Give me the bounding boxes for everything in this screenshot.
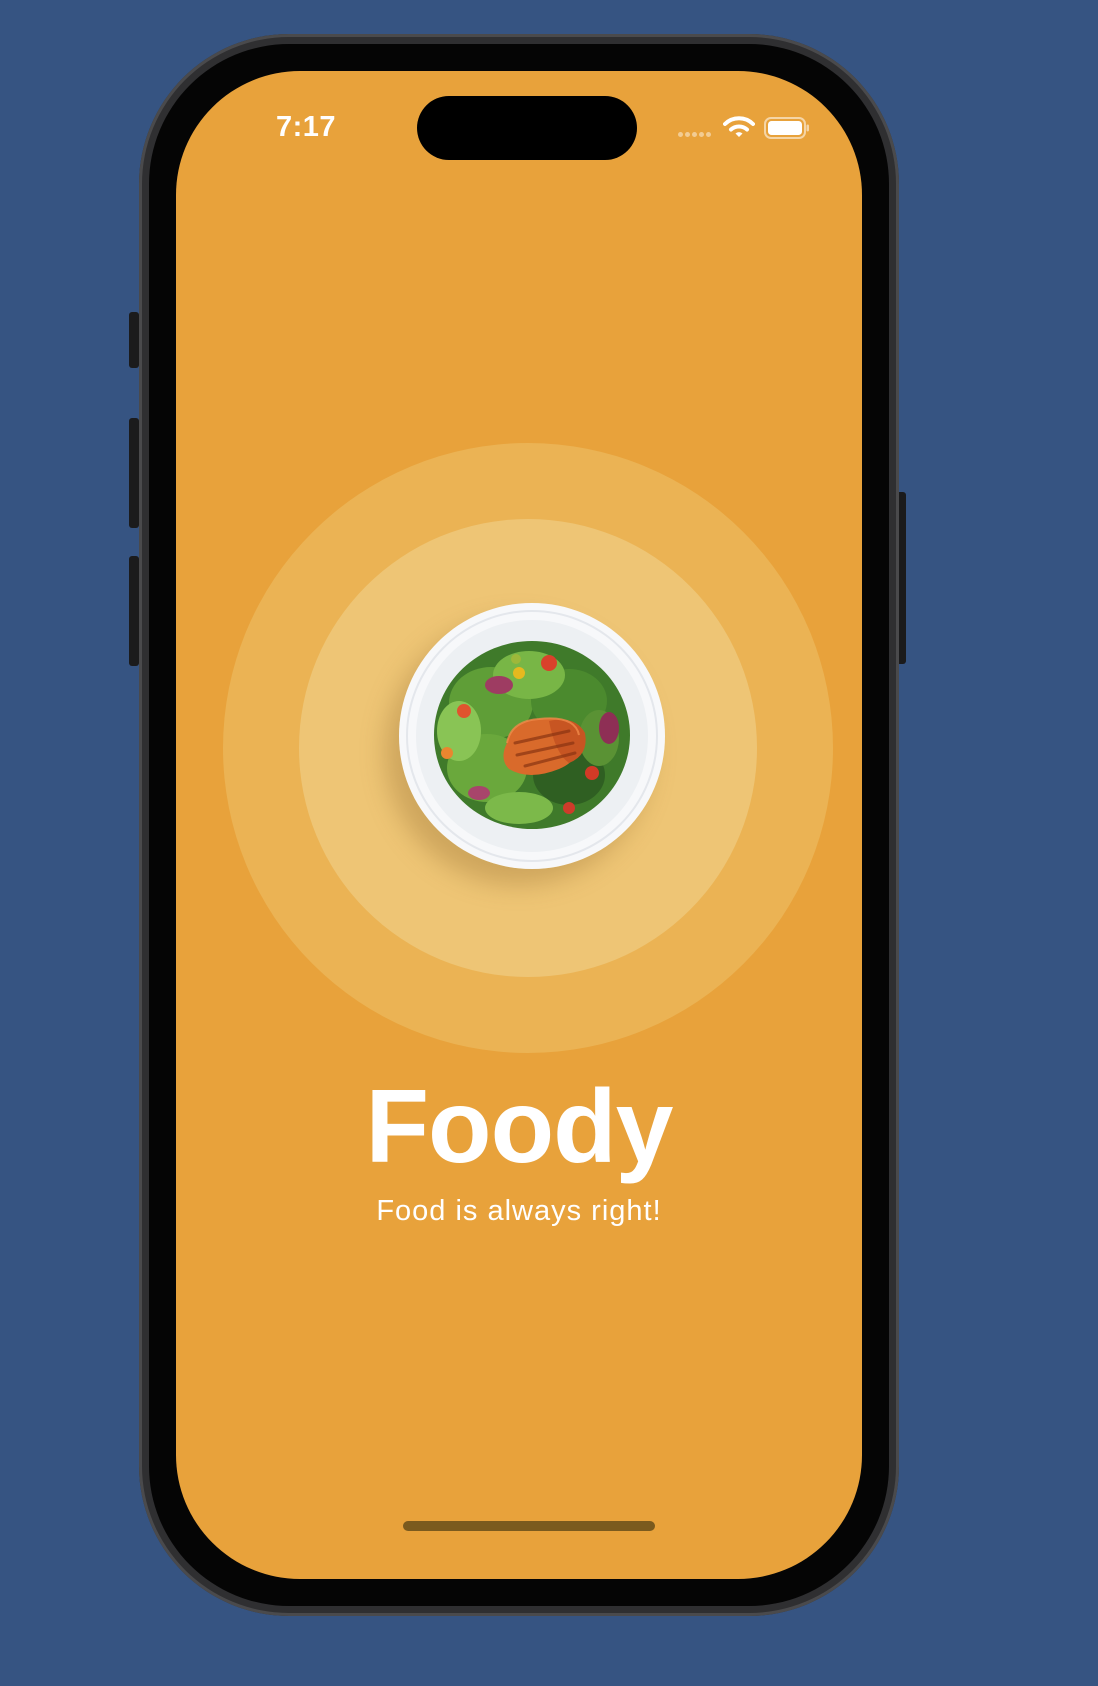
status-bar-time: 7:17 bbox=[276, 111, 337, 143]
food-plate-image bbox=[399, 603, 665, 869]
app-tagline: Food is always right! bbox=[376, 1195, 662, 1227]
silent-switch bbox=[129, 312, 139, 368]
phone-frame: 7:17 Foody Food is always right! bbox=[139, 34, 899, 1616]
volume-up-button bbox=[129, 418, 139, 528]
splash-screen: 7:17 Foody Food is always right! bbox=[176, 71, 862, 1579]
battery-icon bbox=[764, 117, 809, 139]
wifi-icon bbox=[723, 116, 755, 137]
cellular-signal-icon bbox=[678, 132, 712, 138]
home-indicator[interactable] bbox=[403, 1521, 655, 1531]
app-title: Foody bbox=[365, 1069, 674, 1185]
volume-down-button bbox=[129, 556, 139, 666]
dynamic-island bbox=[417, 96, 637, 160]
phone-bezel: 7:17 Foody Food is always right! bbox=[149, 44, 889, 1606]
